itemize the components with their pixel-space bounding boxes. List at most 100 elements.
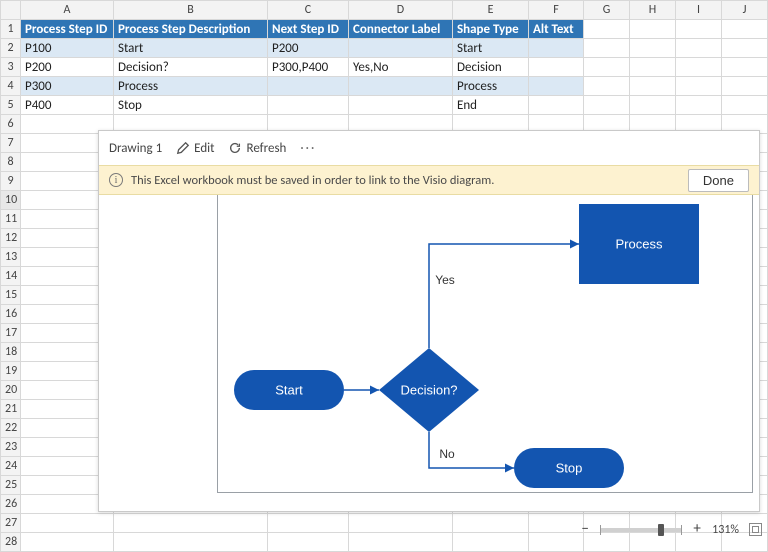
cell-I5[interactable] — [676, 96, 722, 115]
column-header-B[interactable]: B — [114, 1, 268, 20]
column-header-G[interactable]: G — [584, 1, 630, 20]
cell-A5[interactable]: P400 — [21, 96, 114, 115]
row-header-18[interactable]: 18 — [1, 343, 21, 362]
cell-D3[interactable]: Yes,No — [349, 58, 453, 77]
cell-F27[interactable] — [529, 514, 584, 533]
row-header-6[interactable]: 6 — [1, 115, 21, 134]
cell-E27[interactable] — [453, 514, 529, 533]
row-header-13[interactable]: 13 — [1, 248, 21, 267]
row-header-2[interactable]: 2 — [1, 39, 21, 58]
row-header-22[interactable]: 22 — [1, 419, 21, 438]
row-header-7[interactable]: 7 — [1, 134, 21, 153]
cell-D1[interactable]: Connector Label — [349, 20, 453, 39]
cell-B4[interactable]: Process — [114, 77, 268, 96]
row-header-25[interactable]: 25 — [1, 476, 21, 495]
cell-C5[interactable] — [268, 96, 349, 115]
cell-A2[interactable]: P100 — [21, 39, 114, 58]
cell-C2[interactable]: P200 — [268, 39, 349, 58]
cell-H4[interactable] — [630, 77, 676, 96]
done-button[interactable]: Done — [688, 169, 749, 192]
cell-J3[interactable] — [722, 58, 768, 77]
row-header-14[interactable]: 14 — [1, 267, 21, 286]
cell-C1[interactable]: Next Step ID — [268, 20, 349, 39]
cell-G2[interactable] — [584, 39, 630, 58]
row-header-5[interactable]: 5 — [1, 96, 21, 115]
row-header-8[interactable]: 8 — [1, 153, 21, 172]
cell-F1[interactable]: Alt Text — [529, 20, 584, 39]
column-header-A[interactable]: A — [21, 1, 114, 20]
row-header-15[interactable]: 15 — [1, 286, 21, 305]
row-header-19[interactable]: 19 — [1, 362, 21, 381]
cell-H1[interactable] — [630, 20, 676, 39]
cell-B5[interactable]: Stop — [114, 96, 268, 115]
cell-J1[interactable] — [722, 20, 768, 39]
cell-F5[interactable] — [529, 96, 584, 115]
row-header-17[interactable]: 17 — [1, 324, 21, 343]
cell-H2[interactable] — [630, 39, 676, 58]
cell-D4[interactable] — [349, 77, 453, 96]
cell-A4[interactable]: P300 — [21, 77, 114, 96]
cell-E1[interactable]: Shape Type — [453, 20, 529, 39]
row-header-1[interactable]: 1 — [1, 20, 21, 39]
row-header-3[interactable]: 3 — [1, 58, 21, 77]
select-all-corner[interactable] — [1, 1, 21, 20]
cell-A3[interactable]: P200 — [21, 58, 114, 77]
cell-B1[interactable]: Process Step Description — [114, 20, 268, 39]
cell-D5[interactable] — [349, 96, 453, 115]
column-header-D[interactable]: D — [349, 1, 453, 20]
more-button[interactable]: ··· — [300, 141, 316, 156]
cell-H5[interactable] — [630, 96, 676, 115]
cell-D27[interactable] — [349, 514, 453, 533]
cell-C4[interactable] — [268, 77, 349, 96]
row-header-11[interactable]: 11 — [1, 210, 21, 229]
cell-E4[interactable]: Process — [453, 77, 529, 96]
cell-I2[interactable] — [676, 39, 722, 58]
row-header-20[interactable]: 20 — [1, 381, 21, 400]
edit-button[interactable]: Edit — [176, 141, 214, 156]
cell-J4[interactable] — [722, 77, 768, 96]
cell-F3[interactable] — [529, 58, 584, 77]
row-header-16[interactable]: 16 — [1, 305, 21, 324]
cell-A28[interactable] — [21, 533, 114, 552]
row-header-12[interactable]: 12 — [1, 229, 21, 248]
cell-H3[interactable] — [630, 58, 676, 77]
cell-A27[interactable] — [21, 514, 114, 533]
refresh-button[interactable]: Refresh — [228, 141, 286, 156]
column-header-C[interactable]: C — [268, 1, 349, 20]
cell-I1[interactable] — [676, 20, 722, 39]
row-header-23[interactable]: 23 — [1, 438, 21, 457]
row-header-21[interactable]: 21 — [1, 400, 21, 419]
cell-B27[interactable] — [114, 514, 268, 533]
column-header-I[interactable]: I — [676, 1, 722, 20]
cell-B28[interactable] — [114, 533, 268, 552]
row-header-4[interactable]: 4 — [1, 77, 21, 96]
cell-G5[interactable] — [584, 96, 630, 115]
column-header-F[interactable]: F — [529, 1, 584, 20]
row-header-28[interactable]: 28 — [1, 533, 21, 552]
cell-C27[interactable] — [268, 514, 349, 533]
row-header-27[interactable]: 27 — [1, 514, 21, 533]
column-header-J[interactable]: J — [722, 1, 768, 20]
cell-I3[interactable] — [676, 58, 722, 77]
cell-E3[interactable]: Decision — [453, 58, 529, 77]
column-header-H[interactable]: H — [630, 1, 676, 20]
cell-D28[interactable] — [349, 533, 453, 552]
cell-A1[interactable]: Process Step ID — [21, 20, 114, 39]
cell-E28[interactable] — [453, 533, 529, 552]
cell-F4[interactable] — [529, 77, 584, 96]
row-header-26[interactable]: 26 — [1, 495, 21, 514]
cell-C28[interactable] — [268, 533, 349, 552]
zoom-fit-icon[interactable] — [749, 523, 762, 536]
row-header-10[interactable]: 10 — [1, 191, 21, 210]
cell-B2[interactable]: Start — [114, 39, 268, 58]
cell-F2[interactable] — [529, 39, 584, 58]
zoom-in-button[interactable]: + — [692, 522, 702, 537]
row-header-24[interactable]: 24 — [1, 457, 21, 476]
cell-I4[interactable] — [676, 77, 722, 96]
cell-G3[interactable] — [584, 58, 630, 77]
cell-B3[interactable]: Decision? — [114, 58, 268, 77]
row-header-9[interactable]: 9 — [1, 172, 21, 191]
zoom-out-button[interactable]: − — [580, 522, 590, 537]
zoom-slider-thumb[interactable] — [658, 524, 664, 536]
zoom-slider[interactable] — [600, 528, 682, 532]
